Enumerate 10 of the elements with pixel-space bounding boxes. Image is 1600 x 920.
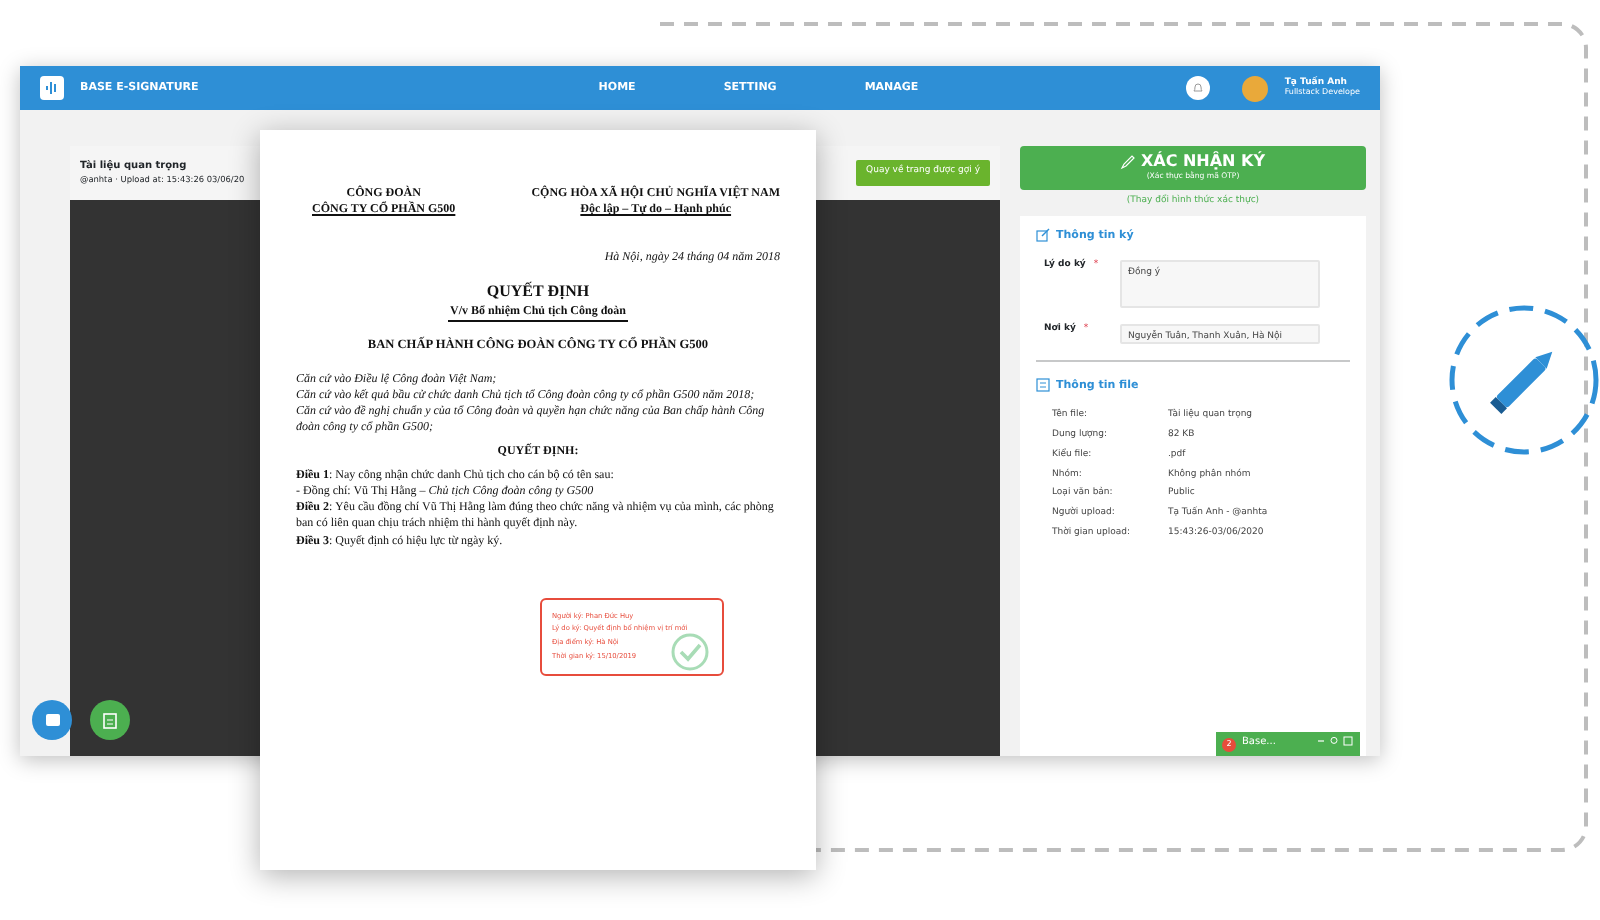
document-title: QUYẾT ĐỊNH (484, 282, 592, 305)
document-icon (1036, 378, 1050, 395)
pen-badge-icon (1448, 304, 1600, 456)
bell-icon[interactable] (1186, 76, 1211, 100)
checkmark-icon (670, 631, 710, 672)
pencil-icon (1120, 154, 1137, 171)
edit-icon (1036, 227, 1050, 245)
chat-bubble-icon[interactable] (32, 700, 72, 740)
logo-icon (40, 76, 64, 100)
chat-controls-icon (1318, 736, 1354, 752)
